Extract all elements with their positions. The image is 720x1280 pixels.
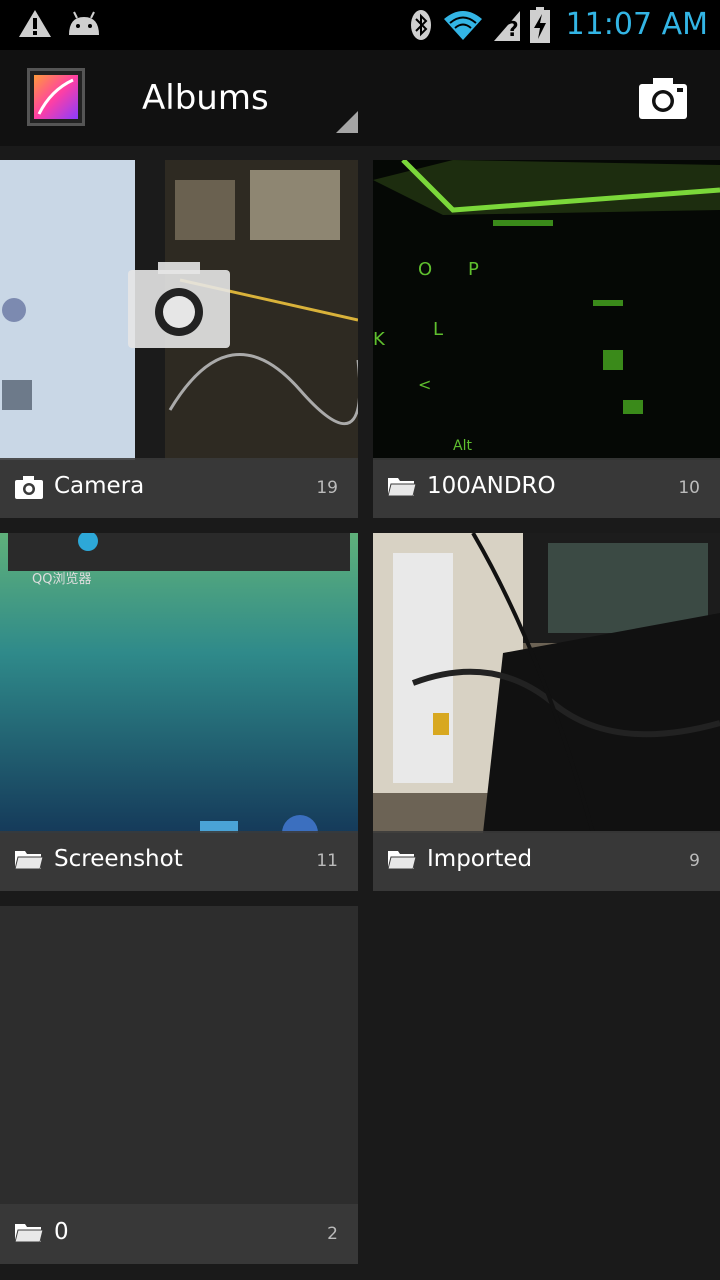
album-count: 10 (678, 478, 700, 498)
album-tile[interactable]: O P L K < Alt 100ANDRO 10 (373, 160, 720, 518)
svg-text:O: O (418, 259, 432, 280)
album-label-bar: 100ANDRO 10 (373, 458, 720, 518)
android-icon (69, 11, 99, 35)
warning-icon (19, 10, 51, 37)
svg-text:Alt: Alt (453, 438, 472, 454)
bluetooth-icon (410, 10, 431, 40)
battery-charging-icon (529, 7, 550, 43)
album-count: 2 (327, 1224, 338, 1244)
svg-text:<: < (418, 375, 431, 394)
album-thumbnail: O P L K < Alt (373, 160, 720, 460)
album-thumbnail (0, 906, 358, 1206)
album-tile[interactable]: Camera 19 (0, 160, 358, 518)
album-thumbnail (373, 533, 720, 833)
wifi-icon (443, 11, 482, 40)
album-name: 0 (54, 1219, 69, 1245)
album-count: 19 (316, 478, 338, 498)
album-name: Imported (427, 846, 533, 872)
album-thumbnail (0, 160, 358, 460)
folder-icon (388, 851, 416, 870)
album-name: 100ANDRO (427, 473, 556, 499)
album-tile[interactable]: 0 2 (0, 906, 358, 1264)
gallery-icon[interactable] (27, 68, 85, 126)
album-label-bar: 0 2 (0, 1204, 358, 1264)
album-count: 11 (316, 851, 338, 871)
album-label-bar: Imported 9 (373, 831, 720, 891)
album-grid: Camera 19 O P L K < Alt 100ANDRO 10 QQ浏览… (0, 146, 720, 1280)
svg-text:K: K (373, 329, 386, 350)
status-time: 11:07 AM (565, 7, 708, 42)
svg-text:QQ浏览器: QQ浏览器 (32, 571, 91, 587)
camera-icon[interactable] (639, 77, 687, 119)
status-bar: ? 11:07 AM (0, 0, 720, 50)
album-name: Screenshot (54, 846, 183, 872)
svg-text:P: P (468, 259, 479, 280)
svg-text:L: L (433, 319, 443, 340)
folder-icon (15, 851, 43, 870)
album-label-bar: Camera 19 (0, 458, 358, 518)
album-label-bar: Screenshot 11 (0, 831, 358, 891)
signal-unknown-icon: ? (493, 11, 520, 41)
album-tile[interactable]: Imported 9 (373, 533, 720, 891)
action-bar: Albums (0, 50, 720, 147)
page-title: Albums (142, 78, 269, 118)
album-name: Camera (54, 473, 145, 499)
spinner-indicator (336, 111, 358, 133)
album-thumbnail: QQ浏览器 (0, 533, 358, 833)
folder-icon (388, 478, 416, 497)
album-tile[interactable]: QQ浏览器 Screenshot 11 (0, 533, 358, 891)
album-count: 9 (689, 851, 700, 871)
camera-icon (15, 476, 43, 499)
album-view-spinner[interactable]: Albums (120, 50, 360, 146)
svg-text:?: ? (507, 17, 519, 41)
folder-icon (15, 1224, 43, 1243)
